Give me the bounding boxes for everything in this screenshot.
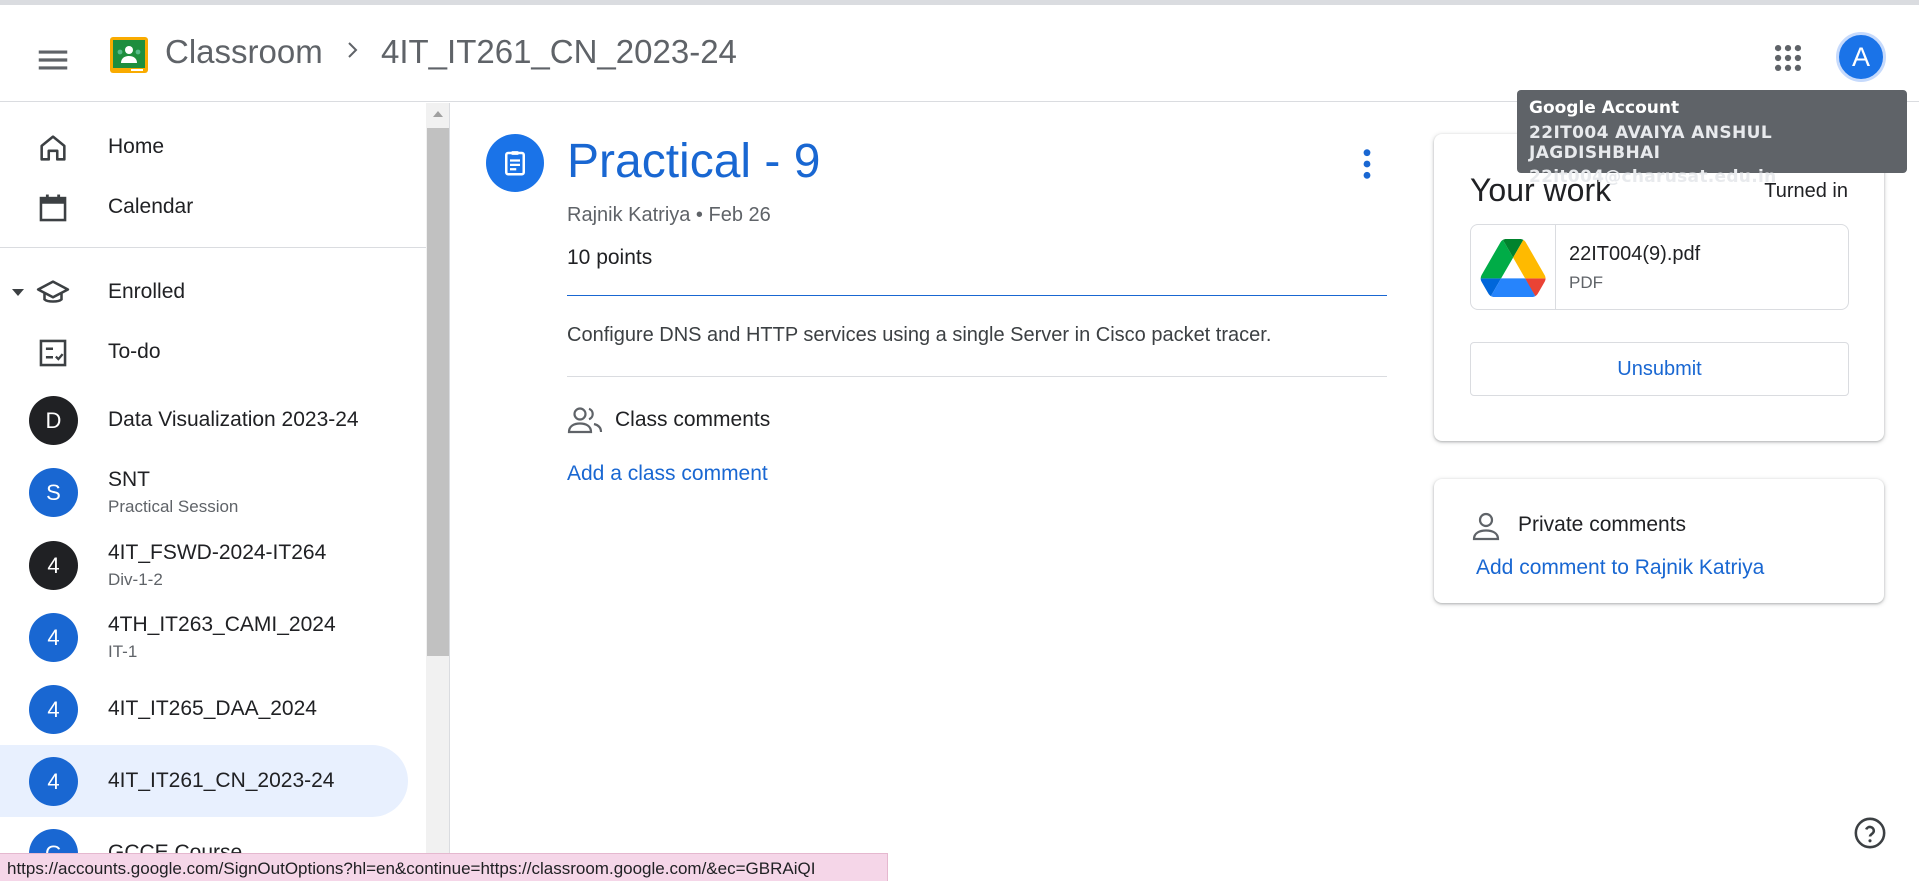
sidebar-item-label: Calendar xyxy=(108,195,194,218)
title-divider xyxy=(567,295,1387,296)
more-options-icon[interactable] xyxy=(1356,147,1378,181)
assignment-description: Configure DNS and HTTP services using a … xyxy=(567,324,1272,346)
sidebar-item-home[interactable]: Home xyxy=(0,116,408,176)
google-apps-icon[interactable] xyxy=(1771,41,1805,75)
course-avatar: S xyxy=(29,468,78,517)
graduation-cap-icon xyxy=(36,280,70,303)
course-avatar: 4 xyxy=(29,685,78,734)
course-subtitle: Practical Session xyxy=(108,497,239,516)
people-icon xyxy=(567,407,603,434)
assignment-title: Practical - 9 xyxy=(567,135,821,188)
sidebar-divider xyxy=(0,247,426,248)
sidebar-item-label: To-do xyxy=(108,340,161,363)
course-subtitle: Div-1-2 xyxy=(108,570,163,589)
course-name: 4IT_IT265_DAA_2024 xyxy=(108,697,317,720)
google-drive-icon xyxy=(1480,239,1546,297)
sidebar-course-data-visualization[interactable]: D Data Visualization 2023-24 xyxy=(0,384,408,456)
sidebar-item-label: Enrolled xyxy=(108,280,186,303)
course-name: 4IT_IT261_CN_2023-24 xyxy=(108,769,335,792)
add-class-comment-link[interactable]: Add a class comment xyxy=(567,462,768,486)
course-avatar: 4 xyxy=(29,613,78,662)
sidebar-course-daa[interactable]: 4 4IT_IT265_DAA_2024 xyxy=(0,673,408,745)
course-subtitle: IT-1 xyxy=(108,642,138,661)
help-icon[interactable] xyxy=(1853,816,1887,850)
chevron-right-icon xyxy=(348,42,358,58)
calendar-icon xyxy=(39,194,67,222)
private-comments-card: Private comments Add comment to Rajnik K… xyxy=(1434,479,1884,603)
sidebar-course-fswd[interactable]: 4 4IT_FSWD-2024-IT264 Div-1-2 xyxy=(0,529,408,601)
account-avatar-button[interactable]: A xyxy=(1836,32,1886,82)
sidebar: Home Calendar Enrolled To-do D Data Visu… xyxy=(0,103,426,881)
sidebar-item-enrolled[interactable]: Enrolled xyxy=(0,261,408,321)
description-divider xyxy=(567,376,1387,377)
tooltip-user-email: 22it004@charusat.edu.in xyxy=(1529,167,1777,187)
breadcrumb-app-name[interactable]: Classroom xyxy=(165,33,323,71)
course-name: 4IT_FSWD-2024-IT264 xyxy=(108,541,327,564)
sidebar-scrollbar-thumb[interactable] xyxy=(427,128,449,656)
course-avatar: 4 xyxy=(29,757,78,806)
todo-list-icon xyxy=(39,339,67,367)
sidebar-item-label: Home xyxy=(108,135,165,158)
assignment-points: 10 points xyxy=(567,246,653,269)
course-avatar: D xyxy=(29,396,78,445)
home-icon xyxy=(40,135,66,161)
tooltip-user-name: 22IT004 AVAIYA ANSHUL JAGDISHBHAI xyxy=(1529,123,1773,163)
classroom-logo-icon[interactable] xyxy=(109,36,149,74)
clipboard-icon xyxy=(505,151,525,176)
attachment-file-name: 22IT004(9).pdf xyxy=(1569,243,1701,265)
attachment-file-type: PDF xyxy=(1569,273,1603,292)
breadcrumb-class-name[interactable]: 4IT_IT261_CN_2023-24 xyxy=(381,33,737,71)
unsubmit-button[interactable]: Unsubmit xyxy=(1470,342,1849,396)
class-comments-label: Class comments xyxy=(615,408,771,431)
top-app-bar: Classroom 4IT_IT261_CN_2023-24 A xyxy=(0,5,1919,102)
sidebar-course-cn-active[interactable]: 4 4IT_IT261_CN_2023-24 xyxy=(0,745,408,817)
course-avatar: 4 xyxy=(29,541,78,590)
account-tooltip: Google Account 22IT004 AVAIYA ANSHUL JAG… xyxy=(1517,90,1907,187)
course-name: Data Visualization 2023-24 xyxy=(108,408,359,431)
sidebar-item-todo[interactable]: To-do xyxy=(0,321,408,381)
tooltip-title: Google Account xyxy=(1529,98,1680,118)
sidebar-course-cami[interactable]: 4 4TH_IT263_CAMI_2024 IT-1 xyxy=(0,601,408,673)
course-name: SNT xyxy=(108,468,150,491)
assignment-icon xyxy=(486,134,544,192)
sidebar-course-snt[interactable]: S SNT Practical Session xyxy=(0,456,408,528)
scroll-up-arrow-icon[interactable] xyxy=(432,110,444,118)
main-menu-icon[interactable] xyxy=(34,41,72,79)
link-status-bar: https://accounts.google.com/SignOutOptio… xyxy=(0,853,888,881)
private-comments-label: Private comments xyxy=(1518,513,1687,536)
attachment-card[interactable]: 22IT004(9).pdf PDF xyxy=(1470,224,1849,310)
caret-down-icon[interactable] xyxy=(10,286,26,298)
sidebar-item-calendar[interactable]: Calendar xyxy=(0,176,408,236)
course-name: 4TH_IT263_CAMI_2024 xyxy=(108,613,336,636)
person-icon xyxy=(1472,512,1500,541)
add-private-comment-link[interactable]: Add comment to Rajnik Katriya xyxy=(1476,556,1764,580)
assignment-author-date: Rajnik Katriya • Feb 26 xyxy=(567,204,771,226)
attachment-thumbnail xyxy=(1471,225,1556,309)
